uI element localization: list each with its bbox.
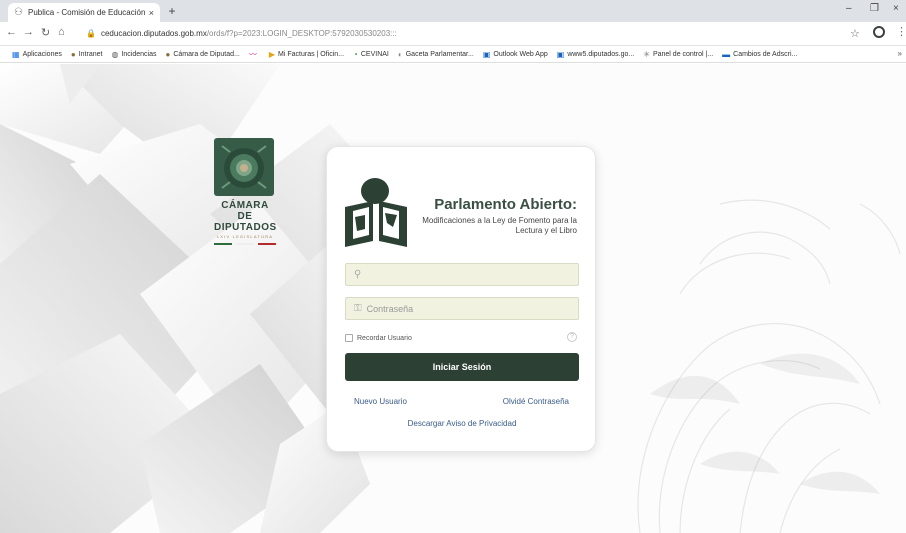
password-placeholder: Contraseña bbox=[366, 303, 414, 314]
key-icon: ⚿ bbox=[354, 303, 362, 314]
bookmark-item[interactable]: ▬ Cambios de Adscri... bbox=[722, 50, 797, 59]
new-user-link[interactable]: Nuevo Usuario bbox=[354, 397, 407, 406]
login-button[interactable]: Iniciar Sesión bbox=[345, 353, 579, 381]
bookmark-label: www5.diputados.go... bbox=[567, 50, 635, 58]
camara-icon: ● bbox=[165, 49, 171, 59]
bookmark-label: Outlook Web App bbox=[493, 50, 548, 58]
card-title: Parlamento Abierto: bbox=[434, 196, 577, 213]
bookmark-item[interactable]: ▣ www5.diputados.go... bbox=[557, 50, 635, 59]
bookmark-item[interactable]: ◍ Incidencias bbox=[111, 50, 156, 59]
bookmark-label: Intranet bbox=[78, 50, 103, 58]
tab-strip: ⚇ Publica - Comisión de Educación × + – … bbox=[0, 0, 906, 22]
stripe-red bbox=[258, 243, 276, 245]
bookmarks-bar: ▦ Aplicaciones ● Intranet ◍ Incidencias ● Cámar… bbox=[0, 46, 906, 63]
bookmark-item[interactable]: ● Intranet bbox=[71, 50, 103, 59]
bookmarks-overflow-icon[interactable]: » bbox=[898, 49, 902, 58]
bookmark-item[interactable]: ◔ CEVINAI bbox=[353, 50, 389, 59]
forward-arrow-icon[interactable]: → bbox=[23, 26, 34, 38]
tab-close-icon[interactable]: × bbox=[149, 8, 154, 18]
bookmark-item[interactable]: ● Cámara de Diputad... bbox=[165, 50, 239, 59]
reload-icon[interactable]: ↻ bbox=[41, 26, 50, 39]
gaceta-icon: ◐ bbox=[397, 49, 403, 59]
logo-line1: CÁMARA DE bbox=[221, 200, 269, 222]
menu-kebab-icon[interactable]: ⋮ bbox=[896, 25, 906, 38]
stripe-green bbox=[214, 243, 232, 245]
page-content: CÁMARA DE DIPUTADOS LXIV LEGISLATURA Par… bbox=[0, 64, 906, 533]
facturas-icon: ▶ bbox=[268, 49, 276, 59]
privacy-link[interactable]: Descargar Aviso de Privacidad bbox=[327, 419, 597, 428]
login-card: Parlamento Abierto: Modificaciones a la … bbox=[326, 146, 596, 452]
tab-title: Publica - Comisión de Educación bbox=[28, 8, 146, 17]
www5-icon: ▣ bbox=[556, 49, 565, 59]
bookmark-label: Panel de control |... bbox=[652, 50, 714, 58]
username-field[interactable]: ⚲ bbox=[345, 263, 579, 286]
remember-label: Recordar Usuario bbox=[357, 334, 412, 342]
logo-line2: DIPUTADOS bbox=[214, 222, 277, 233]
bookmark-label: Cámara de Diputad... bbox=[173, 50, 240, 58]
url-host: ceducacion.diputados.gob.mx bbox=[100, 29, 207, 38]
address-toolbar: ← → ↻ ⌂ 🔒 ceducacion.diputados.gob.mx /o… bbox=[0, 22, 906, 46]
bookmark-label: Mi Facturas | Oficin... bbox=[278, 50, 345, 58]
new-tab-button[interactable]: + bbox=[165, 5, 179, 19]
bookmark-label: Gaceta Parlamentar... bbox=[405, 50, 474, 58]
window-close-button[interactable]: × bbox=[893, 3, 899, 14]
url-bar[interactable]: 🔒 ceducacion.diputados.gob.mx /ords/f?p=… bbox=[78, 25, 838, 42]
camara-diputados-logo: CÁMARA DE DIPUTADOS LXIV LEGISLATURA bbox=[214, 138, 276, 245]
globe-icon: ◍ bbox=[111, 49, 119, 59]
forgot-password-link[interactable]: Olvidé Contraseña bbox=[503, 397, 569, 406]
user-icon: ⚲ bbox=[354, 269, 362, 280]
bookmark-star-icon[interactable]: ☆ bbox=[850, 27, 860, 40]
remember-user[interactable]: Recordar Usuario bbox=[345, 334, 412, 342]
panel-icon: ✳ bbox=[643, 49, 650, 59]
url-path: /ords/f?p=2023:LOGIN_DESKTOP:57920305302… bbox=[206, 29, 397, 38]
card-subtitle: Modificaciones a la Ley de Fomento para … bbox=[422, 216, 577, 235]
bookmark-item[interactable]: 〰 bbox=[249, 49, 260, 60]
bird-icon: 〰 bbox=[248, 49, 257, 59]
help-icon[interactable]: ? bbox=[567, 332, 577, 342]
bookmark-item[interactable]: ◐ Gaceta Parlamentar... bbox=[398, 50, 474, 59]
bookmark-label: Aplicaciones bbox=[22, 50, 62, 58]
eagle-seal-icon bbox=[214, 138, 274, 196]
maximize-button[interactable]: ❐ bbox=[870, 3, 879, 14]
profile-avatar-icon[interactable] bbox=[873, 26, 885, 38]
stripe-white bbox=[236, 243, 254, 245]
tab-active[interactable]: ⚇ Publica - Comisión de Educación × bbox=[8, 3, 160, 22]
logo-legislature: LXIV LEGISLATURA bbox=[216, 234, 274, 239]
back-arrow-icon[interactable]: ← bbox=[6, 26, 17, 38]
cambios-icon: ▬ bbox=[722, 49, 731, 59]
bookmark-item[interactable]: ▶ Mi Facturas | Oficin... bbox=[269, 50, 344, 59]
cevinai-icon: ◔ bbox=[353, 49, 358, 59]
password-field[interactable]: ⚿ Contraseña bbox=[345, 297, 579, 320]
minimize-button[interactable]: – bbox=[846, 3, 852, 14]
outlook-icon: ▣ bbox=[482, 49, 491, 59]
bookmark-item[interactable]: ✳ Panel de control |... bbox=[643, 50, 713, 59]
page-favicon-icon: ⚇ bbox=[14, 6, 23, 18]
flag-stripes bbox=[214, 243, 276, 245]
bookmark-label: CEVINAI bbox=[360, 50, 389, 58]
bookmark-item[interactable]: ▣ Outlook Web App bbox=[483, 50, 548, 59]
remember-checkbox[interactable] bbox=[345, 334, 353, 342]
lock-icon: 🔒 bbox=[86, 29, 96, 38]
bookmark-item[interactable]: ▦ Aplicaciones bbox=[12, 50, 62, 59]
intranet-icon: ● bbox=[70, 49, 76, 59]
bookmark-label: Incidencias bbox=[121, 50, 157, 58]
home-icon[interactable]: ⌂ bbox=[58, 26, 65, 38]
book-reader-icon bbox=[343, 177, 409, 252]
bookmark-label: Cambios de Adscri... bbox=[733, 50, 798, 58]
apps-icon: ▦ bbox=[12, 49, 20, 59]
